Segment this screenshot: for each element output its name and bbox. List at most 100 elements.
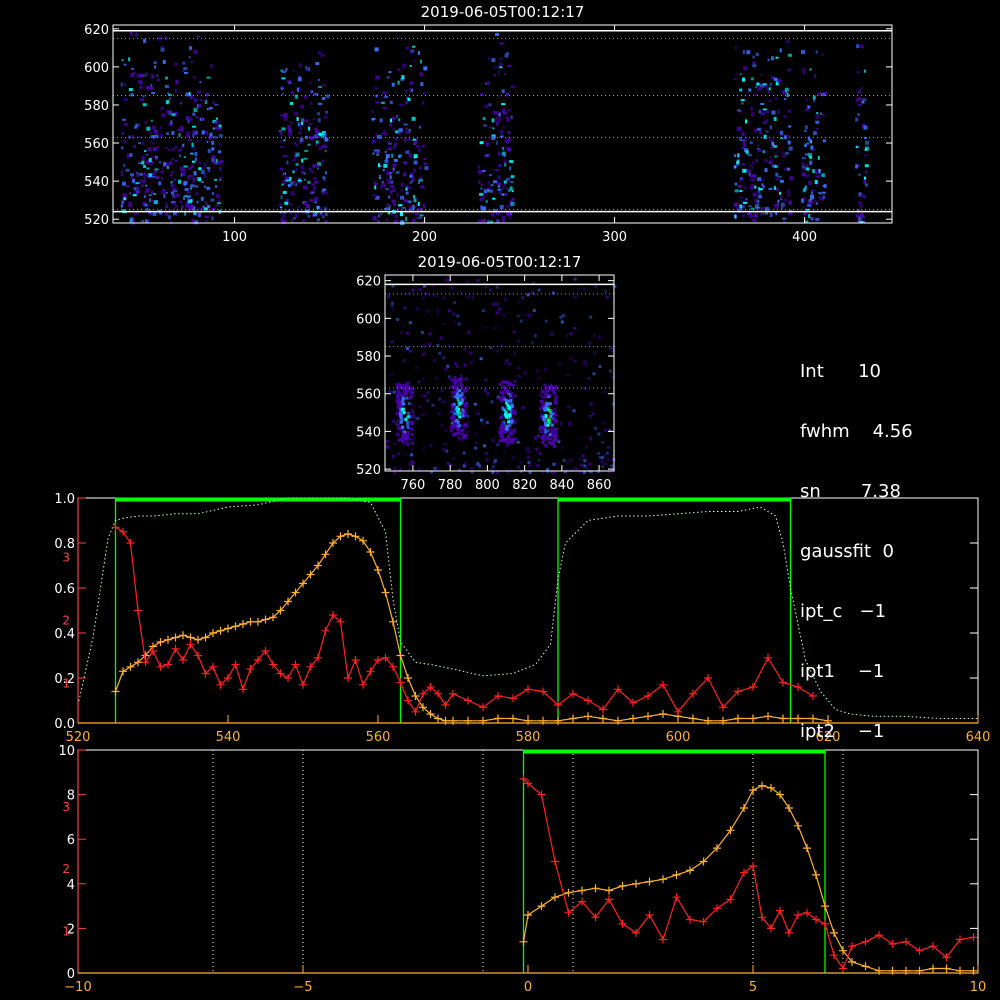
heatmap-cell [484,378,488,382]
heatmap-cell [544,430,548,434]
heatmap-cell [761,206,766,209]
heatmap-cell [771,56,774,61]
heatmap-cell [560,446,564,450]
heatmap-cell [492,213,495,217]
heatmap-cell [421,331,424,334]
heatmap-cell [321,189,325,193]
heatmap-cell [455,392,459,396]
heatmap-cell [148,158,152,163]
heatmap-cell [304,149,309,152]
heatmap-cell [392,163,397,167]
series-2-point [659,710,667,718]
series-3-point [111,523,120,532]
heatmap-cell [490,213,493,216]
series-2-point [179,631,187,640]
heatmap-cell [181,168,186,172]
heatmap-cell [123,163,126,167]
heatmap-cell [159,161,162,164]
heatmap-cell [500,58,503,60]
heatmap-cell [419,72,423,77]
heatmap-cell [805,164,809,168]
series-2-point [351,532,360,541]
heatmap-cell [205,201,208,204]
heatmap-cell [186,116,189,121]
heatmap-cell [150,135,155,139]
heatmap-cell [483,124,487,127]
heatmap-cell [510,175,515,179]
heatmap-cell [775,178,780,181]
heatmap-cell [480,187,483,190]
heatmap-cell [211,216,214,221]
heatmap-cell [805,97,808,101]
heatmap-cell [402,442,406,446]
heatmap-cell [218,143,221,146]
heatmap-cell [605,295,609,299]
series-1-point [659,875,667,884]
heatmap-cell [410,433,414,437]
heatmap-cell [410,409,414,413]
heatmap-cell [212,127,215,130]
heatmap-cell [741,132,745,137]
heatmap-cell [502,147,505,150]
heatmap-cell [153,129,158,134]
heatmap-cell [734,154,737,158]
series-2-point [156,638,165,646]
heatmap-cell [592,372,596,376]
heatmap-cell [129,31,133,36]
heatmap-cell [165,76,168,80]
heatmap-cell [282,219,287,223]
heatmap-cell [418,405,422,409]
heatmap-cell [450,286,454,290]
heatmap-cell [285,68,288,72]
heatmap-cell [412,218,415,222]
heatmap-cell [324,150,327,153]
heatmap-cell [455,405,459,409]
heatmap-cell [481,183,484,186]
heatmap-cell [740,99,745,102]
heatmap-cell [371,118,376,120]
heatmap-cell [491,438,495,442]
heatmap-cell [389,189,393,194]
heatmap-cell [554,418,558,422]
heatmap-cell [503,409,507,413]
series-2-point [599,714,607,723]
heatmap-cell [192,132,197,136]
y-tick-label: 0.6 [54,582,75,597]
heatmap-cell [388,195,391,199]
heatmap-cell [809,160,813,165]
heatmap-cell [422,352,425,356]
heatmap-cell [307,214,310,218]
heatmap-cell [203,163,207,168]
heatmap-cell [133,187,137,191]
series-3-point [194,651,202,660]
heatmap-cell [589,315,593,319]
heatmap-cell [421,344,425,348]
heatmap-cell [169,161,173,166]
series-3-point [411,707,420,716]
heatmap-cell [322,97,326,100]
heatmap-cell [538,452,542,456]
series-3-point [584,696,592,705]
heatmap-cell [541,441,545,444]
heatmap-cell [187,191,191,194]
heatmap-cell [493,180,497,184]
heatmap-panel-2: 760 780 800 820 840 860 520 540 560 580 600 620 2019… [356,253,617,493]
heatmap-cell [803,130,807,132]
heatmap-cell [508,440,512,444]
series-3-point [779,678,787,687]
heatmap-cell [403,172,407,177]
heatmap-cell [774,165,778,169]
heatmap-cell [417,201,420,206]
heatmap-cell [420,176,423,180]
heatmap-cell [200,196,204,201]
heatmap-cell [281,77,286,80]
heatmap-cell [443,442,447,446]
heatmap-cell [392,127,395,132]
heatmap-cell [409,64,412,67]
heatmap-cell [310,101,313,105]
heatmap-cell [289,102,293,105]
heatmap-cell [303,95,307,99]
heatmap-cell [195,191,199,196]
y-tick-label: 560 [84,137,109,152]
series-3-point [396,678,405,687]
